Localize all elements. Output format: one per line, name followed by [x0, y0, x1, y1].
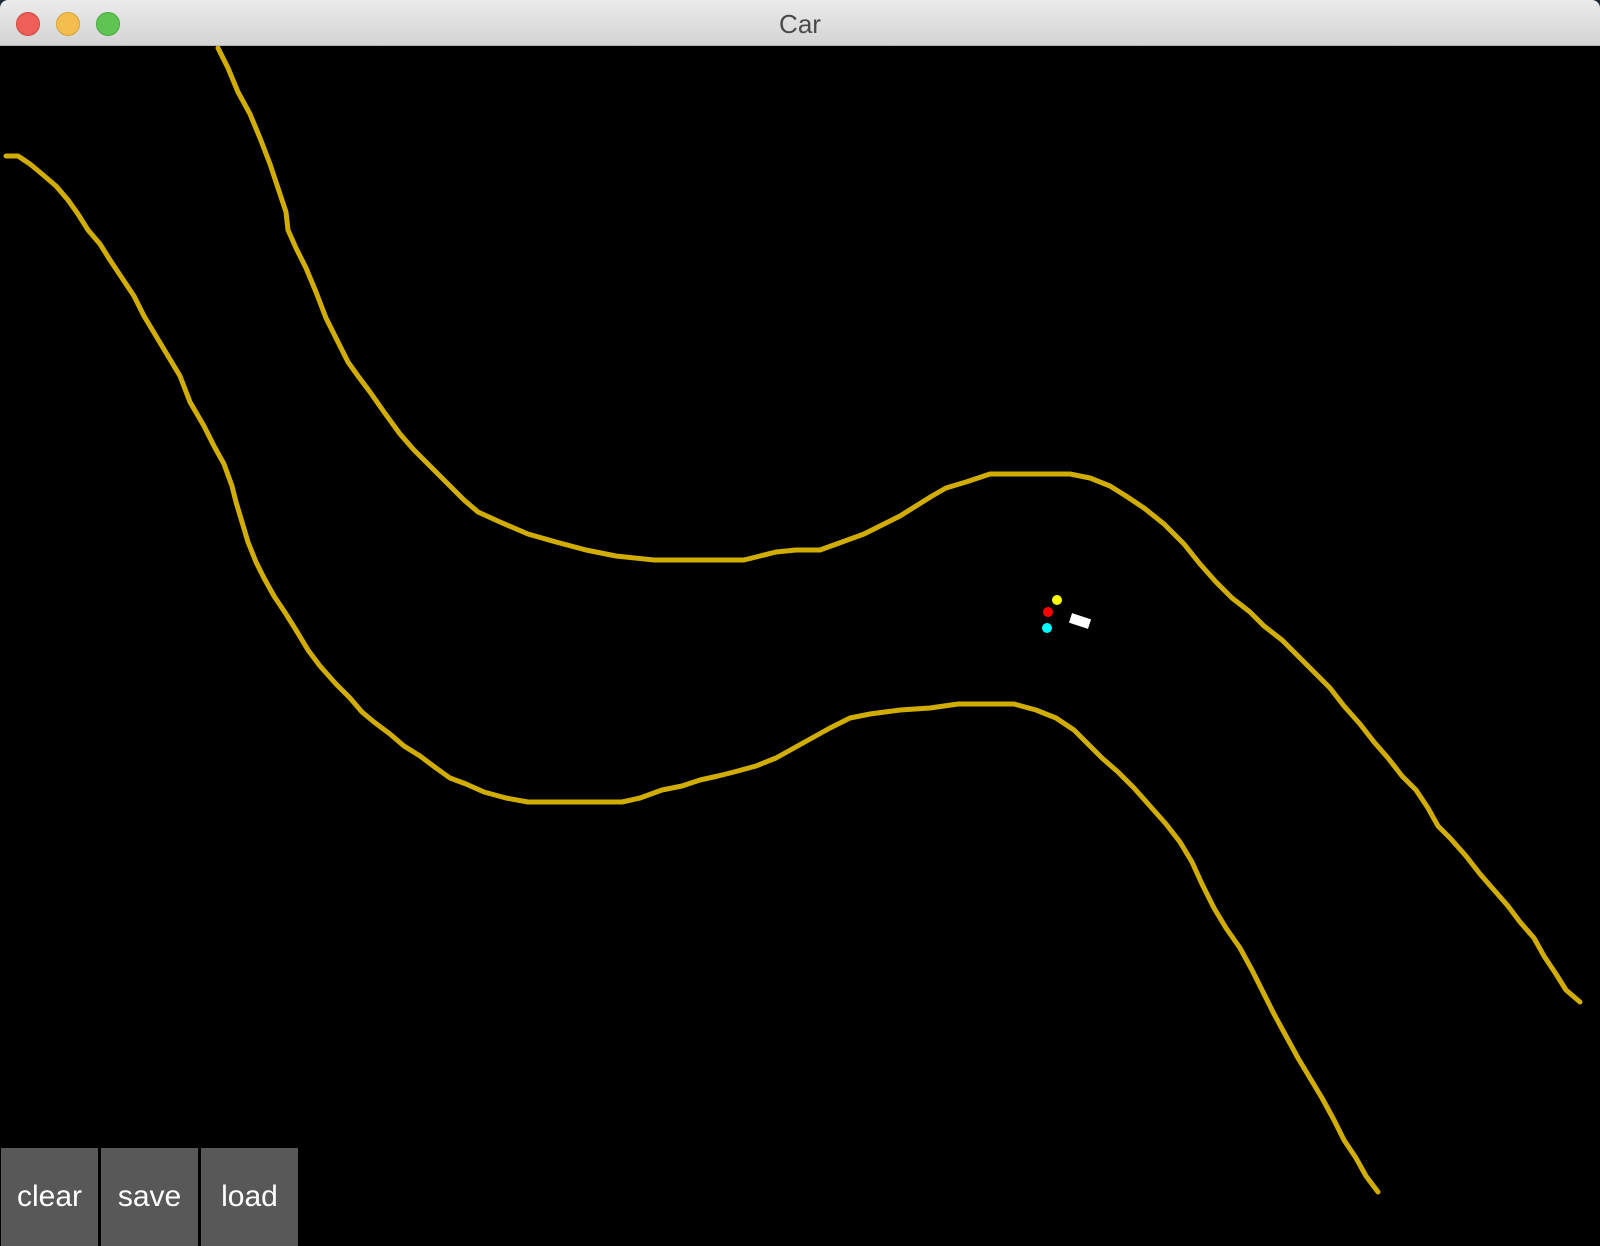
road-border-lower: [3, 153, 1381, 1195]
control-buttons: clear save load: [1, 1148, 298, 1246]
save-button[interactable]: save: [101, 1148, 198, 1246]
car: [1042, 595, 1092, 633]
sensor-right: [1042, 623, 1052, 633]
title-bar: Car: [0, 0, 1600, 46]
car-body: [1068, 613, 1092, 629]
clear-button[interactable]: clear: [1, 1148, 98, 1246]
sensor-center: [1043, 607, 1053, 617]
map-svg: [3, 46, 1583, 1195]
load-button[interactable]: load: [201, 1148, 298, 1246]
app-window: Car clear save load: [0, 0, 1600, 1246]
road-border-upper: [215, 46, 1583, 1005]
drawing-canvas[interactable]: clear save load: [0, 46, 1600, 1246]
sensor-left: [1052, 595, 1062, 605]
window-title: Car: [779, 9, 821, 39]
